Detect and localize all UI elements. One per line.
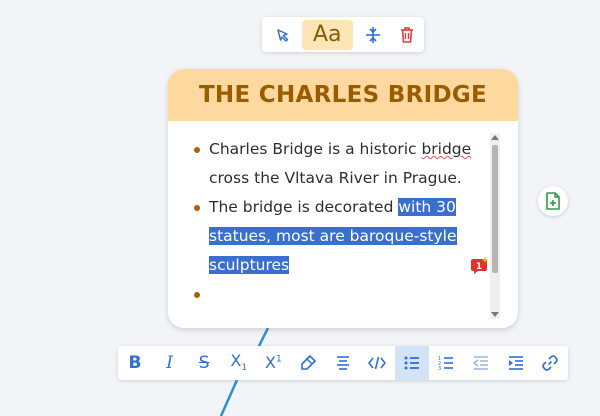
link-icon — [542, 355, 558, 371]
comment-badge[interactable]: 1 — [470, 256, 490, 276]
align-center-button[interactable] — [355, 20, 391, 50]
link-button[interactable] — [533, 346, 567, 380]
list-item-text-start: The bridge is decorated — [209, 198, 399, 216]
add-page-icon — [546, 192, 560, 210]
indent-icon — [508, 356, 523, 370]
superscript-button[interactable]: X1 — [256, 346, 290, 380]
pointer-icon — [277, 28, 289, 42]
superscript-icon: X1 — [265, 353, 282, 372]
italic-icon: I — [166, 352, 173, 373]
list-item-text-end: cross the Vltava River in Prague. — [209, 169, 462, 187]
bold-button[interactable]: B — [118, 346, 152, 380]
vertical-scrollbar[interactable] — [490, 133, 500, 319]
text-card[interactable]: THE CHARLES BRIDGE Charles Bridge is a h… — [168, 69, 518, 328]
text-format-toolbar: B I S X1 X1 1 2 3 — [118, 346, 568, 380]
bulleted-list-button[interactable] — [394, 346, 429, 380]
delete-button[interactable] — [390, 20, 424, 50]
font-style-label: Aa — [312, 22, 342, 47]
list-item[interactable]: Charles Bridge is a historic bridge cros… — [194, 135, 494, 193]
bullet-list[interactable]: Charles Bridge is a historic bridge cros… — [194, 135, 494, 309]
subscript-icon: X1 — [230, 350, 248, 374]
text-align-center-icon — [336, 356, 349, 370]
align-center-text-button[interactable] — [326, 346, 360, 380]
list-item[interactable]: The bridge is decorated with 30 statues,… — [194, 193, 494, 280]
add-page-button[interactable] — [538, 186, 568, 216]
scroll-down-arrow[interactable] — [491, 312, 499, 317]
bulleted-list-icon — [404, 356, 419, 370]
italic-button[interactable]: I — [153, 346, 187, 380]
scroll-thumb[interactable] — [492, 145, 498, 273]
code-icon — [368, 356, 387, 370]
highlight-button[interactable] — [291, 346, 325, 380]
align-center-vertical-icon — [365, 26, 380, 43]
subscript-button[interactable]: X1 — [222, 346, 256, 380]
select-pointer-button[interactable] — [266, 20, 300, 50]
comment-count: 1 — [476, 262, 482, 272]
outdent-button[interactable] — [464, 346, 498, 380]
strikethrough-icon: S — [198, 352, 210, 373]
comment-icon: 1 — [471, 257, 488, 274]
spellcheck-word[interactable]: bridge — [421, 140, 471, 158]
card-body[interactable]: Charles Bridge is a historic bridge cros… — [168, 121, 518, 328]
numbered-list-icon: 1 2 3 — [438, 356, 454, 372]
bold-icon: B — [128, 352, 142, 373]
code-button[interactable] — [360, 346, 394, 380]
font-style-button[interactable]: Aa — [301, 19, 353, 50]
strikethrough-button[interactable]: S — [187, 346, 221, 380]
trash-icon — [401, 26, 414, 43]
outdent-icon — [472, 356, 488, 370]
card-title[interactable]: THE CHARLES BRIDGE — [168, 69, 518, 121]
list-item-empty[interactable] — [194, 280, 494, 309]
numbered-list-button[interactable]: 1 2 3 — [429, 346, 463, 380]
highlighter-icon — [301, 355, 316, 370]
svg-text:3: 3 — [438, 366, 441, 372]
list-item-text-start: Charles Bridge is a historic — [209, 140, 422, 158]
shape-mini-toolbar: Aa — [262, 17, 424, 52]
scroll-up-arrow[interactable] — [491, 135, 499, 140]
indent-button[interactable] — [499, 346, 533, 380]
